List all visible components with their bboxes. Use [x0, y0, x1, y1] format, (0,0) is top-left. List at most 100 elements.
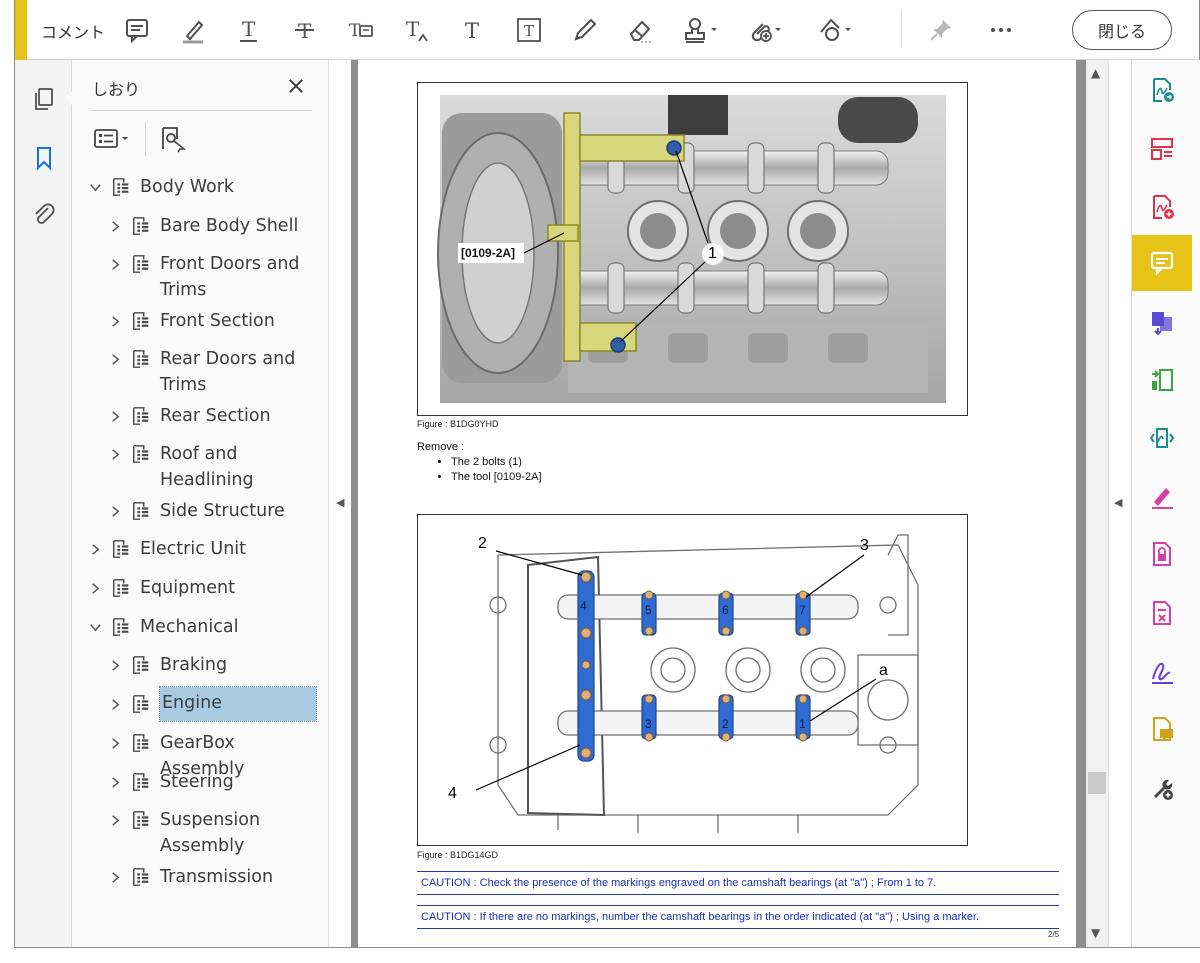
cylinder-head-line-drawing	[475, 534, 919, 833]
more-icon[interactable]	[985, 14, 1017, 46]
callout-label-a: a	[879, 662, 888, 679]
svg-text:T: T	[406, 17, 420, 41]
chevron-right-icon[interactable]	[106, 346, 124, 372]
more-tools-icon[interactable]	[1132, 760, 1192, 816]
chevron-right-icon[interactable]	[106, 403, 124, 429]
chevron-right-icon[interactable]	[106, 730, 124, 756]
create-pdf-icon[interactable]	[1132, 179, 1192, 235]
bookmark-item[interactable]: Equipment	[86, 575, 320, 601]
page-thumbnails-icon[interactable]	[29, 84, 59, 114]
pin-icon[interactable]	[925, 14, 957, 46]
pencil-icon[interactable]	[569, 14, 601, 46]
protect-icon[interactable]	[1132, 526, 1192, 582]
bookmark-item[interactable]: Mechanical	[86, 614, 320, 640]
bearing-number-label: 7	[799, 603, 806, 617]
fill-sign-icon[interactable]	[1132, 468, 1192, 524]
bookmark-label: Front Doors and Trims	[160, 254, 300, 300]
bolt-callout-label: 1	[708, 245, 717, 262]
chevron-right-icon[interactable]	[106, 251, 124, 277]
chevron-right-icon[interactable]	[106, 441, 124, 467]
chevron-right-icon[interactable]	[106, 498, 124, 524]
send-comments-icon[interactable]	[1132, 701, 1192, 757]
strikethrough-icon[interactable]: T	[289, 14, 321, 46]
chevron-right-icon[interactable]	[106, 769, 124, 795]
close-panel-button[interactable]	[282, 72, 310, 100]
bookmark-options-button[interactable]	[92, 122, 132, 156]
redact-icon[interactable]	[1132, 585, 1192, 641]
figure1-caption: Figure : B1DG0YHD	[417, 419, 499, 429]
collapse-tools-icon[interactable]: ◀	[1114, 496, 1122, 509]
bookmark-item[interactable]: Roof and Headlining	[106, 441, 320, 493]
chevron-down-icon[interactable]	[86, 174, 104, 200]
pdf-viewer-window: コメント T T T T T T	[14, 0, 1200, 948]
compress-pdf-icon[interactable]	[1132, 352, 1192, 408]
scrollbar-thumb[interactable]	[1088, 772, 1106, 794]
shapes-icon[interactable]	[815, 14, 859, 46]
eraser-icon[interactable]	[625, 14, 657, 46]
add-text-icon[interactable]: T	[457, 14, 489, 46]
close-button[interactable]: 閉じる	[1072, 10, 1172, 50]
stamp-icon[interactable]	[681, 14, 725, 46]
bookmark-item[interactable]: Steering	[106, 769, 320, 795]
chevron-right-icon[interactable]	[106, 652, 124, 678]
figure-camshaft-bearings: 2 3 4 a 4 5 6 7 3 2 1	[417, 514, 968, 846]
bookmark-item[interactable]: Body Work	[86, 174, 320, 200]
vertical-scrollbar[interactable]: ▲ ▼	[1086, 60, 1108, 947]
document-edge	[1076, 60, 1086, 947]
compare-files-icon[interactable]	[1132, 410, 1192, 466]
close-icon	[289, 79, 303, 93]
document-view[interactable]: [0109-2A] 1 Figure : B1DG0YHD Remove : T…	[358, 60, 1076, 947]
underline-text-icon[interactable]: T	[233, 14, 265, 46]
bookmark-item[interactable]: Engine	[106, 686, 320, 722]
bearing-number-label: 2	[722, 717, 729, 731]
sticky-note-icon[interactable]	[121, 14, 153, 46]
bookmark-item[interactable]: Front Section	[106, 308, 320, 334]
highlight-icon[interactable]	[177, 14, 209, 46]
chevron-right-icon[interactable]	[106, 691, 124, 717]
chevron-right-icon[interactable]	[86, 536, 104, 562]
chevron-right-icon[interactable]	[106, 807, 124, 833]
bookmark-icon	[130, 403, 152, 429]
bookmark-item[interactable]: Electric Unit	[86, 536, 320, 562]
comment-icon[interactable]	[1132, 235, 1192, 291]
bearing-number-label: 1	[799, 717, 806, 731]
attachments-icon[interactable]	[29, 200, 59, 230]
export-pdf-icon[interactable]	[1132, 62, 1192, 118]
bookmarks-icon[interactable]	[29, 143, 59, 173]
chevron-right-icon[interactable]	[106, 864, 124, 890]
bookmark-item[interactable]: Side Structure	[106, 498, 320, 524]
bookmark-item[interactable]: Front Doors and Trims	[106, 251, 320, 303]
text-box-icon[interactable]: T	[513, 14, 545, 46]
bookmark-item[interactable]: Transmission	[106, 864, 320, 890]
bookmark-item[interactable]: Rear Doors and Trims	[106, 346, 320, 398]
bookmark-item[interactable]: Braking	[106, 652, 320, 678]
tools-splitter[interactable]: ◀	[1108, 60, 1131, 947]
chevron-right-icon[interactable]	[106, 213, 124, 239]
bookmark-icon	[130, 691, 152, 717]
combine-files-icon[interactable]	[1132, 294, 1192, 350]
chevron-right-icon[interactable]	[86, 575, 104, 601]
callout-label-2: 2	[478, 535, 487, 552]
chevron-down-icon[interactable]	[86, 614, 104, 640]
organize-pages-icon[interactable]	[1132, 121, 1192, 177]
request-signature-icon[interactable]	[1132, 643, 1192, 699]
collapse-panel-icon[interactable]: ◀	[336, 496, 344, 509]
panel-splitter[interactable]: ◀	[328, 60, 359, 947]
bookmark-icon	[110, 536, 132, 562]
bookmark-icon	[130, 308, 152, 334]
scroll-down-icon[interactable]: ▼	[1091, 926, 1100, 940]
bookmark-item[interactable]: Bare Body Shell	[106, 213, 320, 239]
new-bookmark-button[interactable]	[158, 122, 186, 156]
bookmark-item[interactable]: Suspension Assembly	[106, 807, 320, 859]
bookmark-label: Electric Unit	[140, 539, 247, 559]
panel-tool-separator	[145, 122, 146, 156]
attach-file-icon[interactable]	[745, 14, 789, 46]
chevron-right-icon[interactable]	[106, 308, 124, 334]
bookmark-icon	[130, 346, 152, 372]
bearing-number-label: 5	[645, 603, 652, 617]
bookmark-item[interactable]: Rear Section	[106, 403, 320, 429]
insert-text-icon[interactable]: T	[401, 14, 433, 46]
replace-text-icon[interactable]: T	[345, 14, 377, 46]
panel-title: しおり	[92, 80, 141, 99]
scroll-up-icon[interactable]: ▲	[1091, 66, 1100, 80]
